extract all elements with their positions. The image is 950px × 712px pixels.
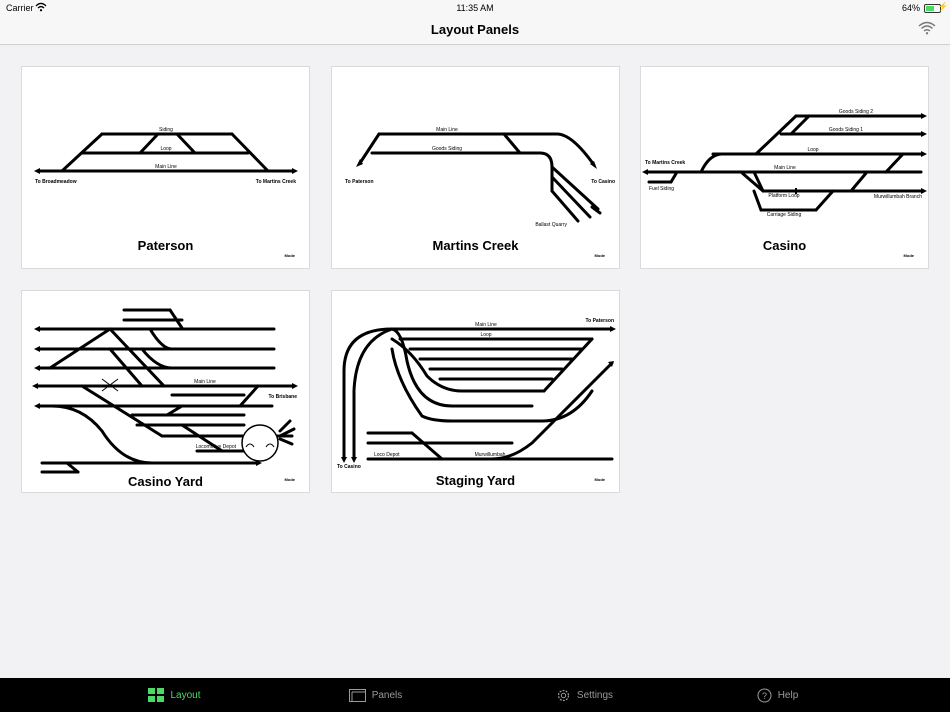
panel-casino-yard[interactable]: Main Line To Brisbane Locomotive Depot C… (21, 290, 310, 493)
track-label: Loop (807, 147, 818, 153)
tab-panels[interactable]: Panels (257, 678, 494, 712)
mode-label: Mode (284, 477, 295, 482)
track-label: Main Line (155, 164, 177, 170)
tab-label: Settings (576, 689, 614, 701)
mode-label: Mode (594, 477, 605, 482)
track-label: Loop (480, 332, 491, 338)
track-label: Loop (160, 146, 171, 152)
track-label: To Brisbane (268, 394, 297, 400)
grid-icon (148, 688, 165, 702)
status-bar: Carrier 11:35 AM 64% ⚡ (0, 0, 950, 16)
track-label: To Martins Creek (256, 179, 296, 185)
track-diagram: Main Line To Brisbane Locomotive Depot (32, 308, 298, 474)
tab-label: Panels (371, 689, 403, 701)
track-label: Goods Siding (432, 146, 462, 152)
track-label: Main Line (774, 165, 796, 171)
tab-label: Layout (170, 689, 201, 701)
track-label: Main Line (436, 127, 458, 133)
charging-icon: ⚡ (938, 2, 948, 11)
navigation-bar: Layout Panels (0, 16, 950, 45)
track-label: Main Line (194, 379, 216, 385)
track-label: Goods Siding 2 (839, 109, 873, 115)
svg-text:?: ? (762, 691, 767, 701)
tab-bar: Layout Panels Settings ? Help (0, 678, 950, 712)
track-label: To Martins Creek (645, 160, 685, 166)
panel-title: Martins Creek (432, 238, 519, 253)
panel-title: Casino Yard (128, 474, 203, 489)
page-title: Layout Panels (430, 22, 520, 37)
track-label: Locomotive Depot (196, 444, 237, 450)
wifi-icon[interactable] (918, 21, 936, 35)
gear-icon (557, 689, 570, 701)
panel-casino[interactable]: Goods Siding 2 Goods Siding 1 Loop To Ma… (640, 66, 929, 269)
track-label: To Casino (591, 179, 615, 185)
panel-title: Casino (762, 238, 807, 253)
track-label: Siding (159, 127, 173, 133)
track-label: To Paterson (345, 179, 374, 185)
panel-martins-creek[interactable]: Main Line Goods Siding To Paterson To Ca… (331, 66, 620, 269)
track-diagram: Main Line To Paterson Loop To Casino Loc… (337, 318, 616, 470)
track-label: Main Line (475, 322, 497, 328)
track-label: Platform Loop (768, 193, 799, 199)
panel-staging-yard[interactable]: Main Line To Paterson Loop To Casino Loc… (331, 290, 620, 493)
battery-percent: 64% (901, 3, 920, 13)
panel-title: Staging Yard (435, 473, 516, 488)
track-label: Fuel Siding (649, 186, 674, 192)
track-label: Carriage Siding (767, 212, 802, 218)
track-label: To Paterson (585, 318, 614, 324)
panel-paterson[interactable]: Siding Loop Main Line To Broadmeadow To … (21, 66, 310, 269)
panels-icon (348, 688, 366, 702)
clock: 11:35 AM (456, 3, 494, 13)
track-label: To Casino (337, 464, 361, 470)
track-label: To Broadmeadow (35, 179, 77, 185)
track-label: Goods Siding 1 (829, 127, 863, 133)
tab-label: Help (777, 689, 799, 701)
panel-title: Paterson (137, 238, 194, 253)
mode-label: Mode (594, 253, 605, 258)
help-icon: ? (757, 688, 772, 702)
track-label: Murwillumbah Branch (874, 194, 922, 200)
mode-label: Mode (284, 253, 295, 258)
track-label: Loco Depot (374, 452, 400, 458)
track-label: Murwillumbah (475, 452, 506, 458)
track-label: Ballast Quarry (535, 222, 567, 228)
tab-help[interactable]: ? Help (659, 678, 896, 712)
mode-label: Mode (903, 253, 914, 258)
